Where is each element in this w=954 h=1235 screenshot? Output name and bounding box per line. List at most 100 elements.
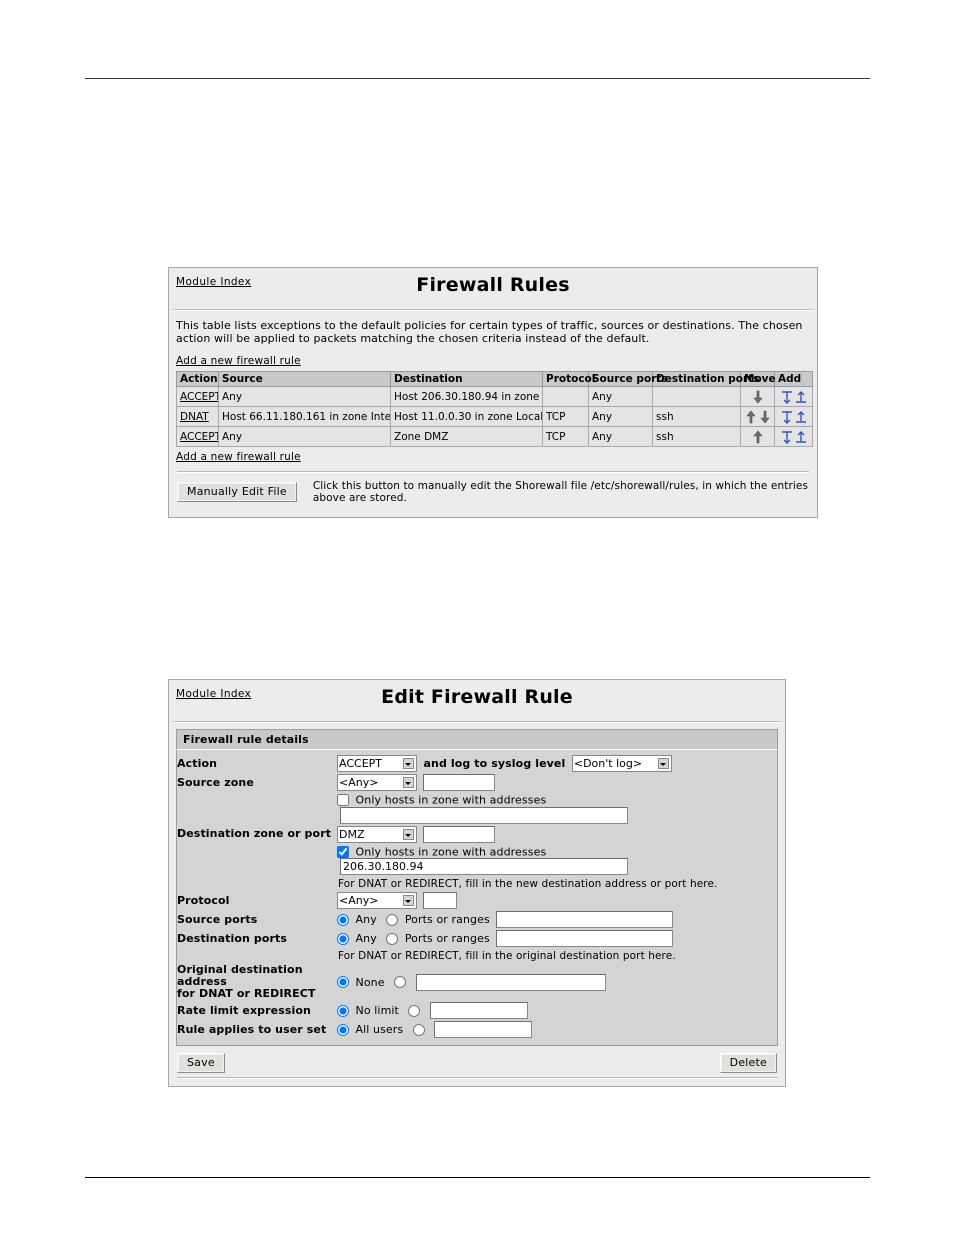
move-down-icon[interactable]: [752, 390, 764, 404]
destination-ports-range-radio[interactable]: [386, 932, 399, 945]
add-new-rule-link-bottom[interactable]: Add a new firewall rule: [176, 451, 301, 463]
firewall-rules-panel: Module Index Firewall Rules This table l…: [168, 267, 818, 518]
form-row-source-ports: Source ports Any Ports or ranges: [177, 910, 777, 929]
user-set-all-label: All users: [355, 1023, 404, 1036]
insert-below-icon[interactable]: [795, 390, 807, 404]
cell-source: Host 66.11.180.161 in zone Internet: [218, 406, 391, 427]
cell-protocol: TCP: [542, 406, 589, 427]
delete-button[interactable]: Delete: [719, 1053, 777, 1073]
destination-only-hosts-label: Only hosts in zone with addresses: [355, 845, 547, 858]
rate-limit-input[interactable]: [429, 1002, 528, 1019]
insert-below-icon[interactable]: [795, 410, 807, 424]
source-ports-input[interactable]: [496, 911, 674, 928]
rate-limit-value-radio[interactable]: [408, 1004, 421, 1017]
destination-zone-text-input[interactable]: [422, 825, 495, 843]
move-down-icon[interactable]: [759, 410, 771, 424]
source-ports-range-radio[interactable]: [386, 913, 399, 926]
protocol-label: Protocol: [177, 893, 230, 907]
spacer-cell: [177, 948, 337, 963]
source-ports-any-label: Any: [355, 913, 377, 926]
insert-below-icon[interactable]: [795, 430, 807, 444]
rules-panel-body: This table lists exceptions to the defau…: [169, 311, 817, 517]
insert-above-icon[interactable]: [781, 430, 793, 444]
action-select-wrap: ACCEPT: [337, 755, 417, 772]
destination-ports-hint-cell: For DNAT or REDIRECT, fill in the origin…: [337, 948, 777, 963]
insert-above-icon[interactable]: [781, 410, 793, 424]
destination-only-hosts-checkbox[interactable]: [337, 845, 349, 858]
footer-divider: [177, 1077, 777, 1079]
col-destination: Destination: [390, 371, 543, 387]
destination-zone-select[interactable]: DMZ: [337, 825, 417, 843]
col-source-ports: Source ports: [588, 371, 668, 387]
source-addresses-input[interactable]: [340, 806, 628, 824]
rule-action-link[interactable]: DNAT: [180, 411, 209, 423]
firewall-rule-details-header: Firewall rule details: [176, 729, 778, 749]
insert-above-icon[interactable]: [781, 390, 793, 404]
save-button[interactable]: Save: [177, 1053, 225, 1073]
spacer-cell: [177, 792, 337, 825]
form-row-destination-zone: Destination zone or port DMZ: [177, 825, 777, 844]
original-destination-none-label: None: [355, 975, 385, 989]
form-table: Action ACCEPT and log to syslog level <D…: [177, 754, 777, 1039]
protocol-field-cell: <Any>: [337, 891, 777, 910]
module-index-link[interactable]: Module Index: [176, 688, 251, 700]
action-select[interactable]: ACCEPT: [337, 755, 417, 772]
page-bottom-rule: [85, 1177, 870, 1178]
form-row-original-destination: Original destination address for DNAT or…: [177, 963, 777, 1001]
log-to-syslog-label: and log to syslog level: [423, 757, 566, 770]
page-top-rule: [85, 78, 870, 79]
rule-action-link[interactable]: ACCEPT: [180, 391, 218, 403]
col-protocol: Protocol: [542, 371, 595, 387]
module-index-link[interactable]: Module Index: [176, 276, 251, 288]
col-source: Source: [218, 371, 391, 387]
source-only-hosts-cell: Only hosts in zone with addresses: [337, 792, 777, 825]
rate-limit-none-radio[interactable]: [337, 1004, 349, 1017]
form-row-destination-ports-hint: For DNAT or REDIRECT, fill in the origin…: [177, 948, 777, 963]
action-label: Action: [177, 756, 218, 770]
original-destination-input[interactable]: [415, 973, 606, 991]
manual-edit-row: Manually Edit File Click this button to …: [177, 480, 809, 504]
source-ports-any-radio[interactable]: [337, 913, 349, 926]
destination-only-hosts-cell: Only hosts in zone with addresses: [337, 844, 777, 877]
cell-action: ACCEPT: [176, 386, 219, 407]
destination-zone-select-wrap: DMZ: [337, 825, 417, 843]
original-destination-value-radio[interactable]: [394, 976, 407, 988]
source-zone-select[interactable]: <Any>: [337, 774, 417, 791]
form-row-destination-hint: For DNAT or REDIRECT, fill in the new de…: [177, 876, 777, 891]
destination-ports-field-cell: Any Ports or ranges: [337, 929, 777, 948]
user-set-value-radio[interactable]: [412, 1023, 425, 1036]
rule-action-link[interactable]: ACCEPT: [180, 431, 218, 443]
manual-edit-divider: [177, 471, 809, 473]
source-only-hosts-checkbox[interactable]: [337, 794, 349, 806]
destination-ports-input[interactable]: [496, 930, 674, 947]
protocol-text-input[interactable]: [422, 892, 457, 909]
cell-source: Any: [218, 426, 391, 447]
destination-hint-cell: For DNAT or REDIRECT, fill in the new de…: [337, 876, 777, 891]
destination-ports-any-radio[interactable]: [337, 932, 349, 945]
cell-destination-ports: [652, 386, 741, 407]
move-up-icon[interactable]: [752, 430, 764, 444]
protocol-select-wrap: <Any>: [337, 892, 417, 909]
source-zone-text-input[interactable]: [422, 774, 495, 791]
protocol-select[interactable]: <Any>: [337, 892, 417, 909]
edit-panel-body: Firewall rule details Action ACCEPT and …: [169, 723, 785, 1086]
cell-source-ports: Any: [588, 406, 653, 427]
destination-addresses-input[interactable]: [340, 858, 628, 875]
move-up-icon[interactable]: [745, 410, 757, 424]
edit-panel-header: Module Index Edit Firewall Rule: [169, 680, 785, 716]
manually-edit-file-button[interactable]: Manually Edit File: [177, 482, 297, 502]
original-destination-label-line2: for DNAT or REDIRECT: [177, 987, 316, 1000]
user-set-all-radio[interactable]: [337, 1023, 349, 1036]
spacer-cell: [177, 876, 337, 891]
cell-protocol: [542, 386, 589, 407]
cell-add: [774, 426, 813, 447]
syslog-level-select[interactable]: <Don't log>: [571, 755, 672, 772]
original-destination-none-radio[interactable]: [337, 976, 349, 988]
add-new-rule-link-top[interactable]: Add a new firewall rule: [176, 355, 301, 367]
original-destination-field-cell: None: [337, 963, 777, 1001]
spacer-cell: [177, 844, 337, 877]
rules-panel-header: Module Index Firewall Rules: [169, 268, 817, 304]
cell-move: [740, 426, 775, 447]
user-set-input[interactable]: [434, 1021, 533, 1038]
rate-limit-none-label: No limit: [355, 1004, 399, 1017]
